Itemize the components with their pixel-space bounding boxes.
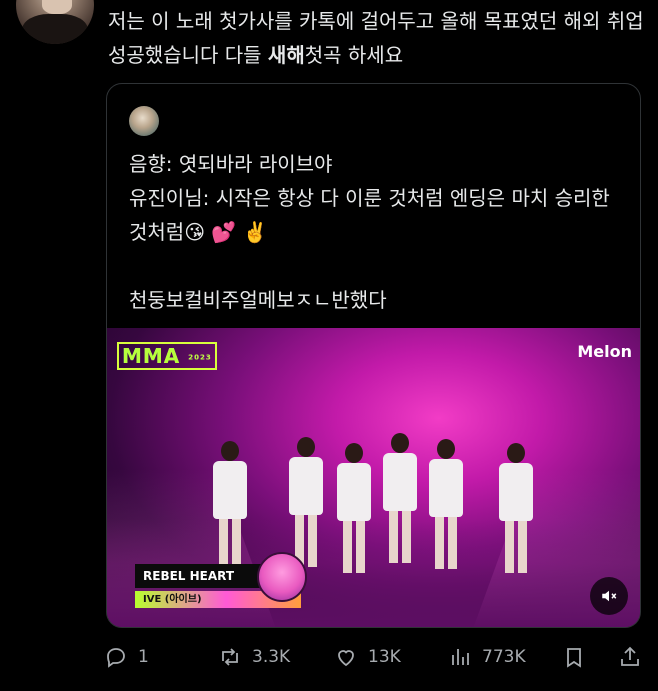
author-avatar[interactable]: [16, 0, 94, 44]
views-chart-icon: [452, 649, 469, 665]
views-button[interactable]: 773K: [448, 642, 526, 672]
performer: [285, 437, 327, 567]
video-media[interactable]: MMA 2023 Melon REBEL HEART IVE (아이브): [107, 328, 640, 627]
repost-icon: [222, 648, 238, 666]
quoted-author-avatar[interactable]: [129, 106, 159, 136]
like-button[interactable]: 13K: [334, 642, 401, 672]
reply-icon: [107, 648, 125, 668]
avatar-coat: [22, 14, 88, 44]
tweet-actions: 1 3.3K 13K 773K: [104, 642, 644, 672]
performer: [425, 439, 467, 569]
mute-button[interactable]: [590, 577, 628, 615]
reply-count: 1: [138, 647, 149, 667]
bookmark-button[interactable]: [562, 642, 586, 672]
views-count: 773K: [482, 647, 526, 667]
bookmark-icon: [567, 648, 581, 668]
drum-graphic: [257, 552, 307, 602]
tweet-text-bold: 새해: [267, 43, 305, 67]
reply-button[interactable]: 1: [104, 642, 149, 672]
melon-logo: Melon: [577, 342, 632, 361]
performer: [495, 443, 537, 573]
performer: [333, 443, 375, 573]
avatar-face: [42, 0, 72, 14]
tweet-text: 저는 이 노래 첫가사를 카톡에 걸어두고 올해 목표였던 해외 취업 성공했습…: [108, 4, 648, 72]
like-count: 13K: [368, 647, 401, 667]
heart-icon: [338, 650, 354, 667]
share-icon: [621, 646, 639, 666]
tweet-text-part-2: 첫곡 하세요: [304, 43, 404, 67]
mma-logo-year: 2023: [188, 353, 212, 362]
mma-logo-text: MMA: [122, 344, 181, 368]
quoted-tweet[interactable]: 음향: 엿되바라 라이브야 유진이님: 시작은 항상 다 이룬 것처럼 엔딩은 …: [106, 83, 641, 628]
performer: [209, 441, 251, 571]
performer: [379, 433, 421, 563]
repost-count: 3.3K: [252, 647, 291, 667]
share-button[interactable]: [618, 642, 642, 672]
mma-logo: MMA 2023: [117, 342, 217, 370]
quoted-tweet-text: 음향: 엿되바라 라이브야 유진이님: 시작은 항상 다 이룬 것처럼 엔딩은 …: [129, 152, 610, 312]
muted-speaker-icon: [602, 590, 617, 602]
repost-button[interactable]: 3.3K: [218, 642, 290, 672]
